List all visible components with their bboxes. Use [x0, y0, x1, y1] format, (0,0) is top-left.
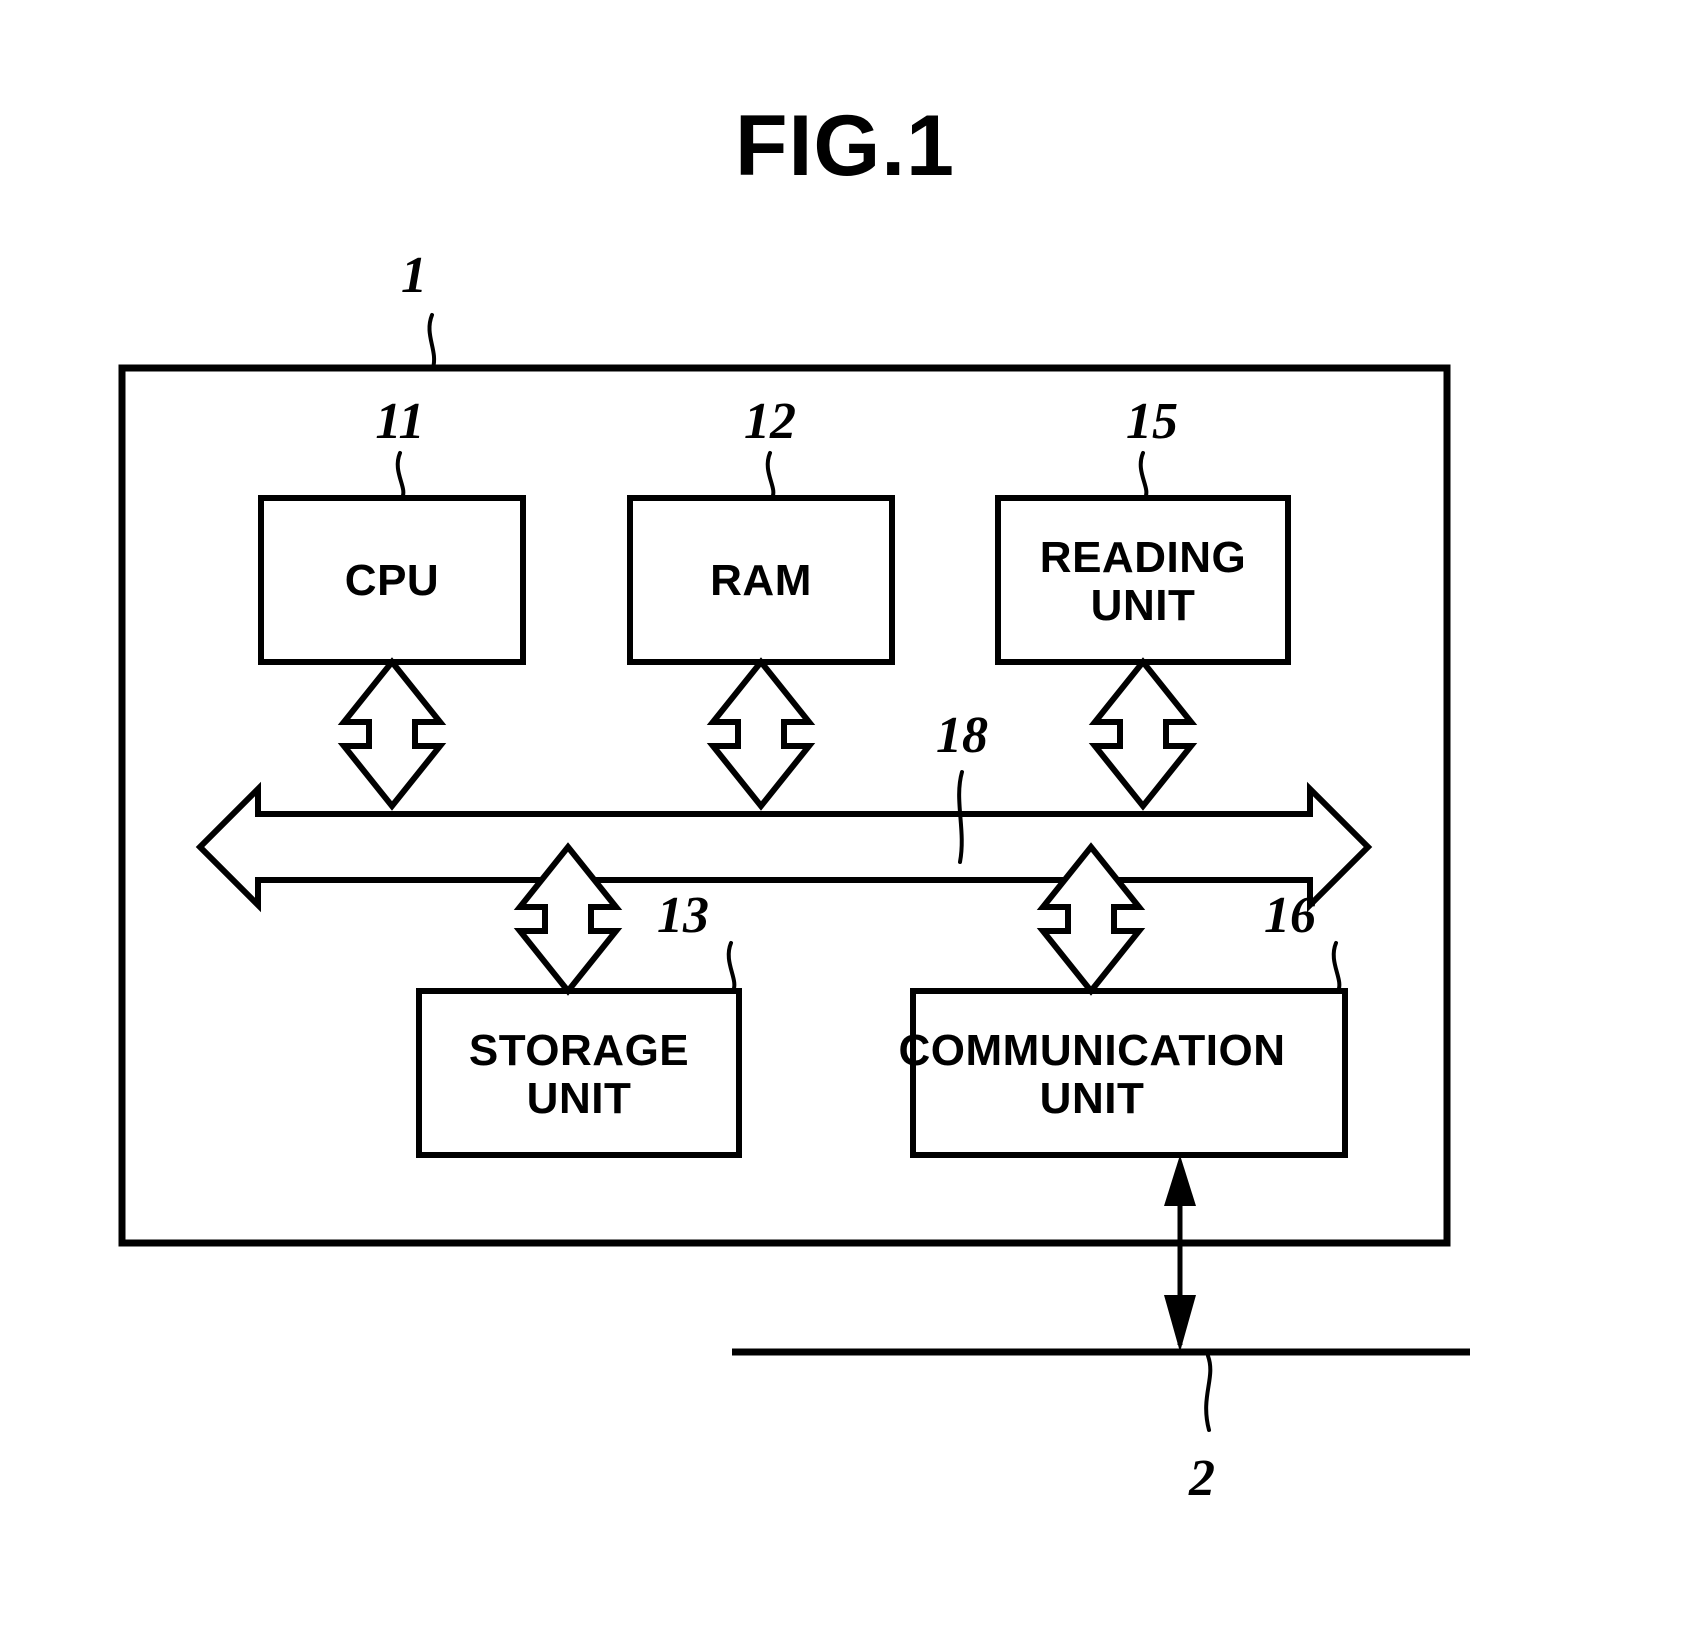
leader-line-communication-unit	[1331, 941, 1342, 993]
leader-line-reading-unit	[1138, 451, 1149, 500]
leader-line-system	[427, 313, 437, 370]
block-label-reading-unit-line2: UNIT	[1091, 581, 1196, 630]
figure-title: FIG.1	[735, 98, 955, 194]
figure-container: FIG.1 1 CPU 11 RAM 12 READING UNIT 15 18	[0, 0, 1690, 1625]
arrowhead-down-to-network	[1164, 1295, 1196, 1352]
ref-number-system: 1	[401, 247, 427, 304]
block-label-reading-unit: READING	[1040, 533, 1246, 582]
leader-line-storage-unit	[726, 941, 737, 993]
ref-number-reading-unit: 15	[1126, 393, 1178, 450]
ref-number-communication-unit: 16	[1264, 887, 1316, 944]
block-label-storage-unit: STORAGE	[469, 1026, 689, 1075]
block-label-ram: RAM	[710, 556, 812, 605]
arrow-reading-unit-to-bus	[1088, 657, 1198, 811]
leader-line-bus	[957, 770, 964, 864]
leader-line-cpu	[395, 451, 406, 500]
arrowhead-up-to-communication-unit	[1164, 1155, 1196, 1206]
bus-arrow	[195, 781, 1373, 913]
ref-number-network: 2	[1188, 1450, 1215, 1507]
leader-line-network	[1204, 1354, 1213, 1432]
ref-number-storage-unit: 13	[657, 887, 709, 944]
block-label-communication-unit-line2: UNIT	[1040, 1074, 1145, 1123]
arrow-cpu-to-bus	[337, 657, 447, 811]
block-label-cpu: CPU	[345, 556, 439, 605]
patent-figure-svg: FIG.1 1 CPU 11 RAM 12 READING UNIT 15 18	[118, 98, 1470, 1507]
ref-number-cpu: 11	[375, 393, 424, 450]
ref-number-bus: 18	[936, 707, 988, 764]
block-label-communication-unit: COMMUNICATION	[899, 1026, 1286, 1075]
leader-line-ram	[765, 451, 776, 500]
ref-number-ram: 12	[744, 393, 796, 450]
block-label-storage-unit-line2: UNIT	[527, 1074, 632, 1123]
arrow-ram-to-bus	[706, 657, 816, 811]
